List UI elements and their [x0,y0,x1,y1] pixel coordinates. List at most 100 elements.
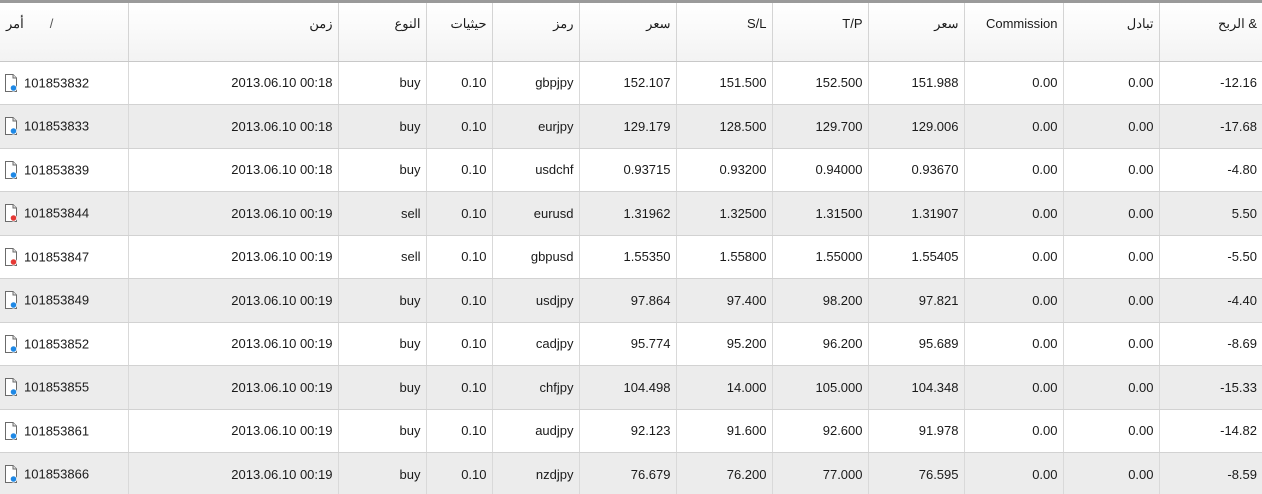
cell-sl: 151.500 [676,61,773,105]
cell-size: 0.10 [426,104,493,149]
cell-commission: 0.00 [964,365,1064,410]
cell-type: buy [338,409,427,453]
cell-time: 2013.06.10 00:19 [128,322,339,366]
column-header-open-price[interactable]: سعر [579,3,677,62]
cell-order[interactable]: 101853839 [0,148,129,192]
cell-size: 0.10 [426,322,493,366]
column-header-price[interactable]: سعر [868,3,965,62]
table-row[interactable]: 101853849 2013.06.10 00:19 buy 0.10 usdjpy 97… [0,278,1262,323]
order-ticket: 101853832 [24,75,90,91]
cell-price: 104.348 [868,365,965,410]
cell-open-price: 92.123 [579,409,677,453]
cell-swap: 0.00 [1063,365,1160,410]
cell-swap: 0.00 [1063,409,1160,453]
table-row[interactable]: 101853861 2013.06.10 00:19 buy 0.10 audjpy 92… [0,409,1262,453]
column-header-time[interactable]: زمن [128,3,339,62]
table-row[interactable]: 101853855 2013.06.10 00:19 buy 0.10 chfjpy 10… [0,365,1262,410]
cell-type: sell [338,235,427,279]
table-row[interactable]: 101853847 2013.06.10 00:19 sell 0.10 gbpusd 1… [0,235,1262,279]
cell-size: 0.10 [426,61,493,105]
table-header-row: أمر / زمن النوع حيثيات رمز سعر S/L T/P سع… [0,3,1262,62]
cell-type: buy [338,452,427,494]
cell-sl: 76.200 [676,452,773,494]
cell-order[interactable]: 101853849 [0,278,129,323]
order-ticket: 101853849 [24,292,90,308]
cell-type: buy [338,322,427,366]
cell-order[interactable]: 101853833 [0,104,129,149]
cell-tp: 1.55000 [772,235,869,279]
buy-order-icon [5,160,18,179]
cell-profit: -8.59 [1159,452,1262,494]
cell-time: 2013.06.10 00:18 [128,61,339,105]
cell-order[interactable]: 101853855 [0,365,129,410]
cell-order[interactable]: 101853861 [0,409,129,453]
cell-tp: 77.000 [772,452,869,494]
cell-order[interactable]: 101853844 [0,191,129,236]
cell-commission: 0.00 [964,104,1064,149]
orders-table: أمر / زمن النوع حيثيات رمز سعر S/L T/P سع… [0,3,1262,494]
cell-symbol: eurusd [492,191,580,236]
table-row[interactable]: 101853866 2013.06.10 00:19 buy 0.10 nzdjpy 76… [0,452,1262,494]
cell-swap: 0.00 [1063,322,1160,366]
cell-time: 2013.06.10 00:19 [128,278,339,323]
order-ticket: 101853861 [24,423,90,439]
column-header-swap[interactable]: تبادل [1063,3,1160,62]
cell-symbol: gbpjpy [492,61,580,105]
column-header-profit[interactable]: الربح & [1159,3,1262,62]
column-header-symbol[interactable]: رمز [492,3,580,62]
cell-commission: 0.00 [964,409,1064,453]
cell-sl: 95.200 [676,322,773,366]
orders-body: 101853832 2013.06.10 00:18 buy 0.10 gbpjpy 15… [0,61,1262,494]
table-row[interactable]: 101853844 2013.06.10 00:19 sell 0.10 eurusd 1… [0,191,1262,236]
cell-profit: -4.80 [1159,148,1262,192]
buy-order-icon [5,117,18,136]
cell-price: 1.55405 [868,235,965,279]
column-header-sl[interactable]: S/L [676,3,773,62]
cell-time: 2013.06.10 00:18 [128,104,339,149]
cell-swap: 0.00 [1063,61,1160,105]
cell-size: 0.10 [426,452,493,494]
cell-open-price: 129.179 [579,104,677,149]
order-ticket: 101853847 [24,249,90,265]
cell-time: 2013.06.10 00:18 [128,148,339,192]
cell-time: 2013.06.10 00:19 [128,409,339,453]
buy-order-icon [5,378,18,397]
buy-order-icon [5,421,18,440]
order-ticket: 101853852 [24,336,90,352]
cell-symbol: usdjpy [492,278,580,323]
cell-price: 1.31907 [868,191,965,236]
cell-type: buy [338,148,427,192]
cell-commission: 0.00 [964,278,1064,323]
cell-order[interactable]: 101853866 [0,452,129,494]
cell-type: buy [338,61,427,105]
cell-order[interactable]: 101853832 [0,61,129,105]
cell-open-price: 104.498 [579,365,677,410]
cell-order[interactable]: 101853847 [0,235,129,279]
cell-size: 0.10 [426,278,493,323]
table-row[interactable]: 101853839 2013.06.10 00:18 buy 0.10 usdchf 0.… [0,148,1262,192]
cell-sl: 97.400 [676,278,773,323]
table-row[interactable]: 101853852 2013.06.10 00:19 buy 0.10 cadjpy 95… [0,322,1262,366]
cell-commission: 0.00 [964,322,1064,366]
cell-commission: 0.00 [964,61,1064,105]
cell-swap: 0.00 [1063,452,1160,494]
cell-price: 0.93670 [868,148,965,192]
table-row[interactable]: 101853833 2013.06.10 00:18 buy 0.10 eurjpy 12… [0,104,1262,149]
column-header-commission[interactable]: Commission [964,3,1064,62]
order-ticket: 101853855 [24,379,90,395]
column-header-type[interactable]: النوع [338,3,427,62]
column-header-tp[interactable]: T/P [772,3,869,62]
sell-order-icon [5,247,18,266]
cell-swap: 0.00 [1063,104,1160,149]
column-header-size[interactable]: حيثيات [426,3,493,62]
cell-symbol: nzdjpy [492,452,580,494]
order-ticket: 101853866 [24,466,90,482]
table-row[interactable]: 101853832 2013.06.10 00:18 buy 0.10 gbpjpy 15… [0,61,1262,105]
buy-order-icon [5,465,18,484]
cell-profit: -15.33 [1159,365,1262,410]
cell-profit: -17.68 [1159,104,1262,149]
cell-size: 0.10 [426,235,493,279]
column-header-order[interactable]: أمر / [0,3,129,62]
cell-order[interactable]: 101853852 [0,322,129,366]
buy-order-icon [5,334,18,353]
